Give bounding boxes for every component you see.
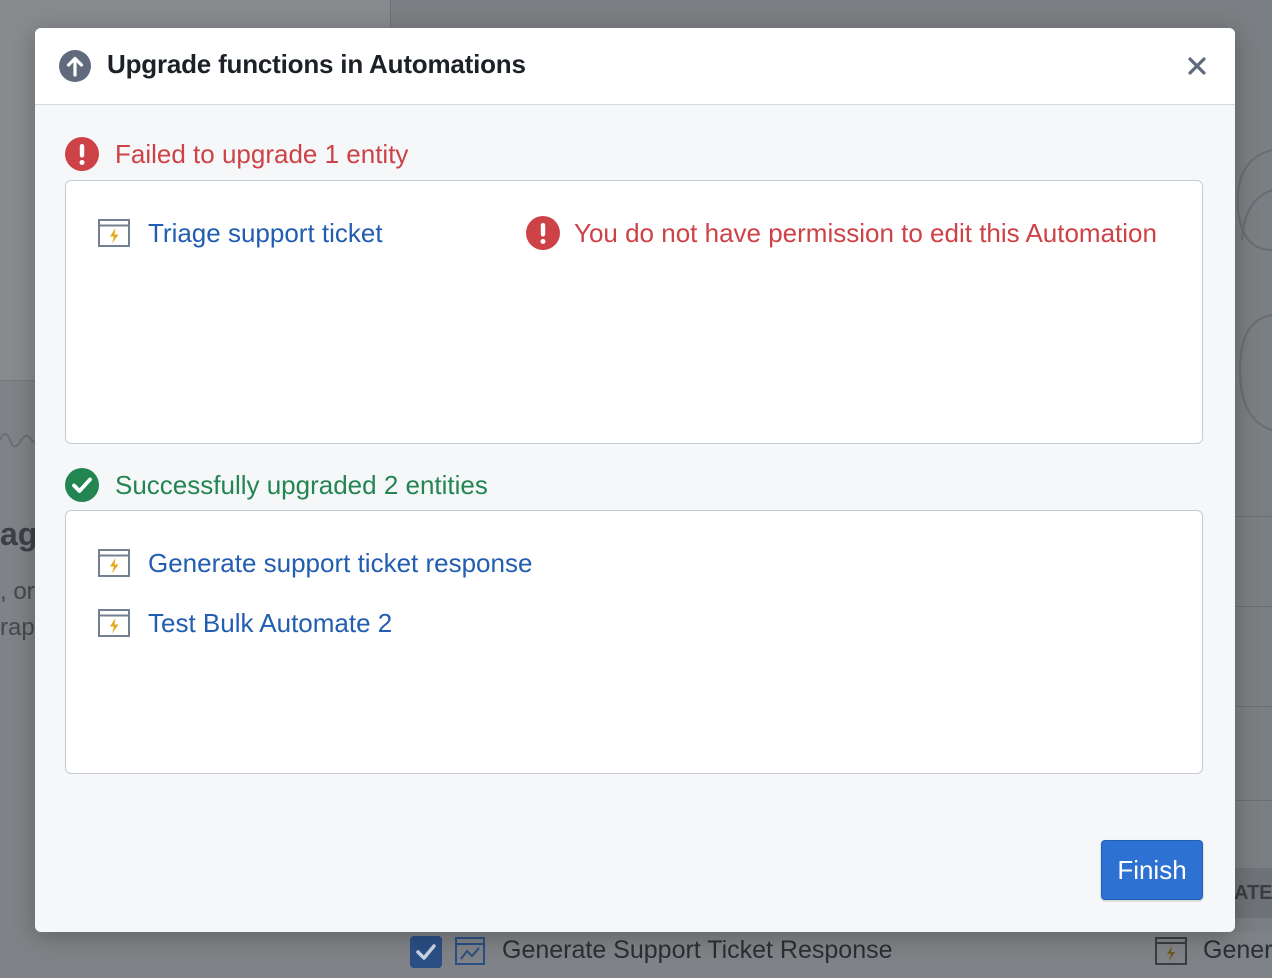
- error-text: You do not have permission to edit this …: [574, 217, 1157, 248]
- automation-icon: [98, 609, 130, 637]
- background-right-divider: [1234, 706, 1272, 707]
- background-graph-edge: [1236, 149, 1272, 431]
- error-icon: [526, 216, 560, 250]
- automation-icon: [1155, 937, 1187, 965]
- automation-icon: [98, 549, 130, 577]
- entity-link-triage-support-ticket[interactable]: Triage support ticket: [148, 218, 383, 249]
- background-left-text: , or: [0, 578, 35, 605]
- entity-link-test-bulk-automate-2[interactable]: Test Bulk Automate 2: [148, 608, 392, 639]
- automation-icon: [98, 219, 130, 247]
- background-checkbox: [410, 936, 442, 968]
- close-icon: [1188, 57, 1206, 75]
- dialog-title: Upgrade functions in Automations: [107, 49, 526, 79]
- entity-link-generate-support-ticket-response[interactable]: Generate support ticket response: [148, 548, 532, 579]
- upgrade-dialog: Upgrade functions in Automations Failed …: [35, 28, 1235, 932]
- background-row-label: Generate Support Ticket Response: [502, 936, 893, 964]
- background-table-header: ATE: [1234, 868, 1272, 918]
- arrow-up-circle-icon: [59, 50, 91, 82]
- failed-section-heading: Failed to upgrade 1 entity: [65, 136, 408, 172]
- dialog-header: Upgrade functions in Automations: [35, 28, 1235, 105]
- background-wave-icon: [0, 433, 40, 448]
- entity-error-message: You do not have permission to edit this …: [526, 216, 1157, 250]
- background-right-divider: [1234, 516, 1272, 517]
- success-section-heading: Successfully upgraded 2 entities: [65, 467, 488, 503]
- error-icon: [65, 137, 99, 171]
- background-left-heading: ag: [0, 516, 38, 552]
- close-button[interactable]: [1181, 50, 1213, 82]
- background-right-divider: [1234, 606, 1272, 607]
- list-item: Triage support ticket: [98, 216, 383, 250]
- success-entities-list: Generate support ticket response Test Bu…: [65, 510, 1203, 774]
- list-item: Generate support ticket response: [98, 546, 532, 580]
- finish-button[interactable]: Finish: [1101, 840, 1203, 900]
- success-heading-text: Successfully upgraded 2 entities: [115, 469, 488, 500]
- function-icon: [455, 937, 485, 965]
- tick-circle-icon: [65, 468, 99, 502]
- failed-entities-list: Triage support ticket You do not have pe…: [65, 180, 1203, 444]
- background-right-divider: [1234, 800, 1272, 801]
- background-left-text: rap: [0, 614, 35, 641]
- check-icon: [416, 944, 436, 960]
- background-row-label: Gener: [1203, 936, 1272, 964]
- list-item: Test Bulk Automate 2: [98, 606, 392, 640]
- failed-heading-text: Failed to upgrade 1 entity: [115, 138, 409, 169]
